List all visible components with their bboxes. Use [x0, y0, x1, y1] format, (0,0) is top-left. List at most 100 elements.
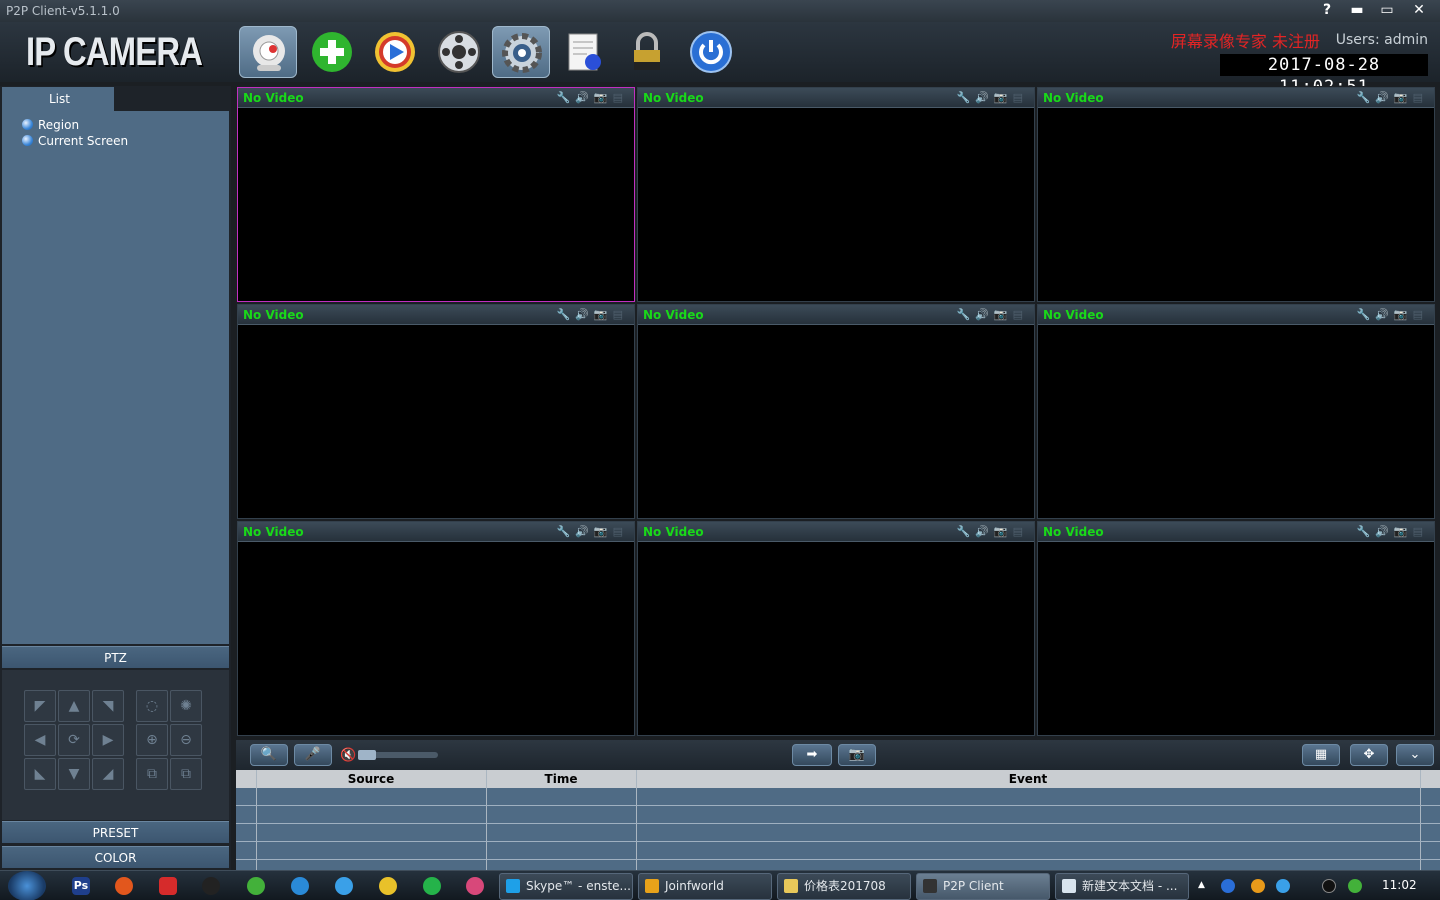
- app-red-icon[interactable]: [159, 877, 177, 895]
- ptz-up-button[interactable]: ▲: [58, 690, 90, 722]
- column-event[interactable]: Event: [636, 772, 1420, 786]
- log-button[interactable]: [556, 26, 614, 78]
- task-p2p-client[interactable]: P2P Client: [916, 873, 1050, 900]
- video-cell[interactable]: No Video 🔧🔊📷▤: [637, 521, 1035, 736]
- volume-slider[interactable]: [358, 750, 438, 760]
- no-video-label: No Video: [1043, 525, 1104, 539]
- video-cell[interactable]: No Video 🔧🔊📷▤: [237, 304, 635, 519]
- column-source[interactable]: Source: [256, 772, 486, 786]
- help-button[interactable]: ?: [1312, 0, 1342, 20]
- zoom-in-button[interactable]: ⊕: [136, 724, 168, 756]
- task-joinfworld[interactable]: Joinfworld: [638, 873, 772, 900]
- volume-slider-handle[interactable]: [358, 750, 376, 760]
- task-folder[interactable]: 价格表201708: [777, 873, 911, 900]
- video-cell[interactable]: No Video 🔧🔊📷▤: [1037, 87, 1435, 302]
- task-skype[interactable]: Skype™ - enste...: [499, 873, 633, 900]
- playback-button[interactable]: [366, 26, 424, 78]
- video-cell-controls-icon: 🔧🔊📷▤: [556, 308, 628, 321]
- wechat-icon[interactable]: [247, 877, 265, 895]
- add-device-button[interactable]: [303, 26, 361, 78]
- ptz-section-header[interactable]: PTZ: [2, 646, 229, 668]
- tree-item-current-screen[interactable]: Current Screen: [22, 133, 128, 149]
- focus-far-button[interactable]: ✺: [170, 690, 202, 722]
- power-button[interactable]: [682, 26, 740, 78]
- zoom-out-button[interactable]: ⊖: [170, 724, 202, 756]
- talk-button[interactable]: 🎤: [294, 744, 332, 766]
- add-icon: [312, 32, 352, 72]
- tree-item-region[interactable]: Region: [22, 117, 79, 133]
- chrome-icon[interactable]: [379, 877, 397, 895]
- tray-clock[interactable]: 11:02: [1382, 878, 1417, 892]
- qq-tray-icon[interactable]: [1322, 879, 1336, 893]
- ie-icon[interactable]: [291, 877, 309, 895]
- ptz-auto-button[interactable]: ⟳: [58, 724, 90, 756]
- windows-taskbar: Ps Skype™ - enste... Joinfworld 价格表20170…: [0, 870, 1440, 900]
- start-button[interactable]: [8, 871, 46, 900]
- network-tray-icon[interactable]: [1276, 879, 1290, 893]
- video-cell[interactable]: No Video 🔧🔊📷▤: [237, 521, 635, 736]
- speaker-muted-icon[interactable]: 🔇: [340, 748, 356, 763]
- whatsapp-icon[interactable]: [423, 877, 441, 895]
- camera-button[interactable]: [239, 26, 297, 78]
- ptz-control-button[interactable]: [430, 26, 488, 78]
- close-button[interactable]: ✕: [1404, 0, 1434, 20]
- p2p-client-window: P2P Client-v5.1.1.0 ? ▬ ▭ ✕ IP CAMERA 屏幕…: [0, 0, 1440, 900]
- grid-layout-button[interactable]: ▦: [1302, 744, 1340, 766]
- tray-app-icon[interactable]: [1251, 879, 1265, 893]
- search-button[interactable]: 🔍: [250, 744, 288, 766]
- ptz-up-left-button[interactable]: ◤: [24, 690, 56, 722]
- video-cell[interactable]: No Video 🔧🔊📷▤: [637, 87, 1035, 302]
- iris-open-button[interactable]: ⧉: [136, 758, 168, 790]
- browser-icon[interactable]: [335, 877, 353, 895]
- fullscreen-icon: ✥: [1363, 747, 1375, 762]
- ptz-control-icon: [438, 31, 480, 73]
- task-notepad[interactable]: 新建文本文档 - ...: [1055, 873, 1189, 900]
- search-icon: 🔍: [260, 747, 278, 762]
- chevron-down-icon: ⌄: [1409, 747, 1421, 762]
- ptz-down-right-button[interactable]: ◢: [92, 758, 124, 790]
- ptz-left-button[interactable]: ◀: [24, 724, 56, 756]
- lock-button[interactable]: [618, 26, 676, 78]
- switch-stream-button[interactable]: ➡: [792, 744, 832, 766]
- video-cell[interactable]: No Video 🔧🔊📷▤: [637, 304, 1035, 519]
- photoshop-icon[interactable]: Ps: [72, 877, 90, 895]
- qq-icon[interactable]: [202, 877, 220, 895]
- settings-button[interactable]: [492, 26, 550, 78]
- maximize-button[interactable]: ▭: [1372, 0, 1402, 20]
- video-cell[interactable]: No Video 🔧🔊📷▤: [1037, 521, 1435, 736]
- preset-section-header[interactable]: PRESET: [2, 821, 229, 843]
- wechat-tray-icon[interactable]: [1348, 879, 1362, 893]
- ptz-right-button[interactable]: ▶: [92, 724, 124, 756]
- tray-expand-icon[interactable]: ▲: [1198, 880, 1208, 894]
- picasa-icon[interactable]: [466, 877, 484, 895]
- collapse-button[interactable]: ⌄: [1396, 744, 1434, 766]
- info-tray-icon[interactable]: [1221, 879, 1235, 893]
- video-cell-controls-icon: 🔧🔊📷▤: [556, 91, 628, 104]
- no-video-label: No Video: [243, 91, 304, 105]
- video-cell[interactable]: No Video 🔧🔊📷▤: [1037, 304, 1435, 519]
- no-video-label: No Video: [243, 525, 304, 539]
- ptz-down-left-button[interactable]: ◣: [24, 758, 56, 790]
- tab-list[interactable]: List: [2, 87, 114, 111]
- sidebar: List Region Current Screen PTZ ◤ ▲ ◥ ◀ ⟳…: [0, 86, 231, 870]
- main-toolbar: IP CAMERA 屏幕录像专家 未注册 Users: admin 2017-0…: [0, 22, 1440, 97]
- video-cell-header: No Video 🔧🔊📷▤: [238, 522, 634, 542]
- task-label: Skype™ - enste...: [526, 879, 631, 893]
- globe-icon: [22, 135, 33, 146]
- video-cell-controls-icon: 🔧🔊📷▤: [556, 525, 628, 538]
- ptz-down-button[interactable]: ▼: [58, 758, 90, 790]
- firefox-icon[interactable]: [115, 877, 133, 895]
- minimize-button[interactable]: ▬: [1342, 0, 1372, 20]
- ptz-up-right-button[interactable]: ◥: [92, 690, 124, 722]
- snapshot-button[interactable]: 📷: [838, 744, 876, 766]
- column-time[interactable]: Time: [486, 772, 636, 786]
- video-cell-header: No Video 🔧🔊📷▤: [238, 305, 634, 325]
- color-section-header[interactable]: COLOR: [2, 846, 229, 868]
- iris-close-button[interactable]: ⧉: [170, 758, 202, 790]
- event-log-table: Source Time Event: [236, 770, 1440, 870]
- focus-near-button[interactable]: ◌: [136, 690, 168, 722]
- video-cell[interactable]: No Video 🔧🔊📷▤: [237, 87, 635, 302]
- user-label: Users: admin: [1335, 32, 1428, 48]
- fullscreen-button[interactable]: ✥: [1350, 744, 1388, 766]
- camera-snapshot-icon: 📷: [848, 747, 866, 762]
